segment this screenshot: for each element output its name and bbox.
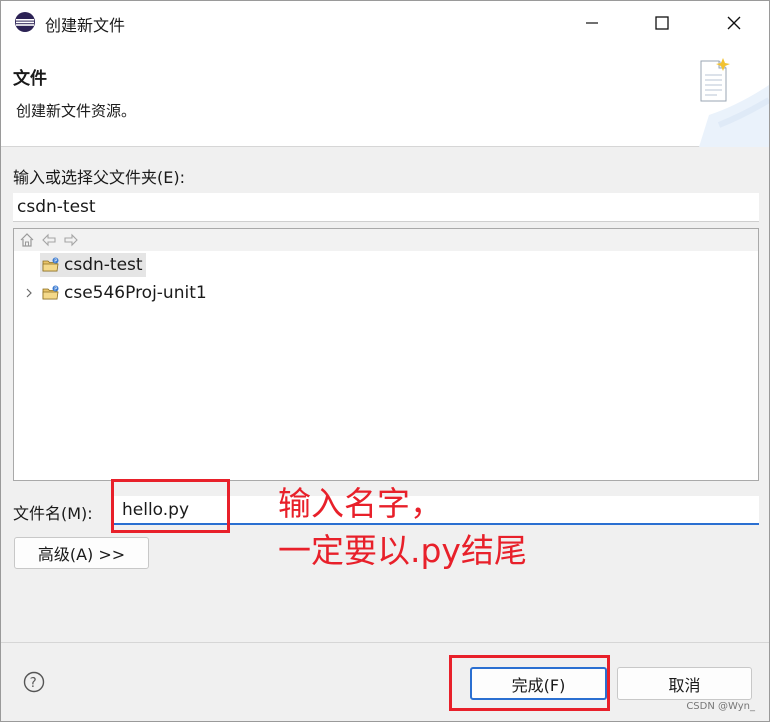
- forward-icon[interactable]: [63, 232, 79, 248]
- dialog-heading: 文件: [13, 69, 47, 89]
- tree-item[interactable]: P cse546Proj-unit1: [22, 280, 207, 306]
- cancel-button[interactable]: 取消: [617, 667, 752, 700]
- eclipse-icon: [15, 12, 35, 32]
- chevron-right-icon[interactable]: [22, 286, 36, 300]
- close-icon: [727, 16, 741, 30]
- tree-item[interactable]: P csdn-test: [40, 252, 146, 278]
- finish-button[interactable]: 完成(F): [470, 667, 607, 700]
- svg-text:P: P: [54, 259, 57, 265]
- window-title: 创建新文件: [45, 16, 126, 35]
- parent-folder-label: 输入或选择父文件夹(E):: [13, 168, 185, 187]
- minimize-icon: [586, 22, 598, 24]
- minimize-button[interactable]: [569, 1, 615, 45]
- close-button[interactable]: [711, 1, 757, 45]
- new-file-dialog: 创建新文件 文件 创建新文件资源。 输入或选择父文件夹(E): csdn-tes…: [0, 0, 770, 722]
- footer-divider: [1, 642, 769, 643]
- home-icon[interactable]: [19, 232, 35, 248]
- project-folder-icon: P: [42, 285, 59, 300]
- project-folder-icon: P: [42, 257, 59, 272]
- folder-tree[interactable]: P csdn-test P cse546Proj-unit1: [13, 228, 759, 481]
- parent-folder-input[interactable]: [13, 193, 759, 222]
- svg-text:?: ?: [30, 676, 37, 691]
- svg-text:P: P: [54, 287, 57, 293]
- advanced-button[interactable]: 高级(A) >>: [14, 537, 149, 569]
- file-name-label: 文件名(M):: [13, 504, 93, 523]
- maximize-button[interactable]: [639, 1, 685, 45]
- tree-item-label: csdn-test: [64, 255, 143, 275]
- dialog-header: 文件 创建新文件资源。: [1, 45, 769, 147]
- new-file-icon: [699, 58, 769, 147]
- title-bar: 创建新文件: [1, 1, 769, 45]
- back-icon[interactable]: [41, 232, 57, 248]
- annotation-line-1: 输入名字，: [278, 484, 443, 523]
- annotation-line-2: 一定要以.py结尾: [278, 531, 527, 570]
- maximize-icon: [655, 16, 669, 30]
- help-icon[interactable]: ?: [23, 671, 45, 693]
- dialog-description: 创建新文件资源。: [16, 102, 137, 120]
- tree-item-label: cse546Proj-unit1: [64, 283, 207, 303]
- watermark: CSDN @Wyn_: [686, 701, 755, 712]
- tree-toolbar: [14, 229, 758, 251]
